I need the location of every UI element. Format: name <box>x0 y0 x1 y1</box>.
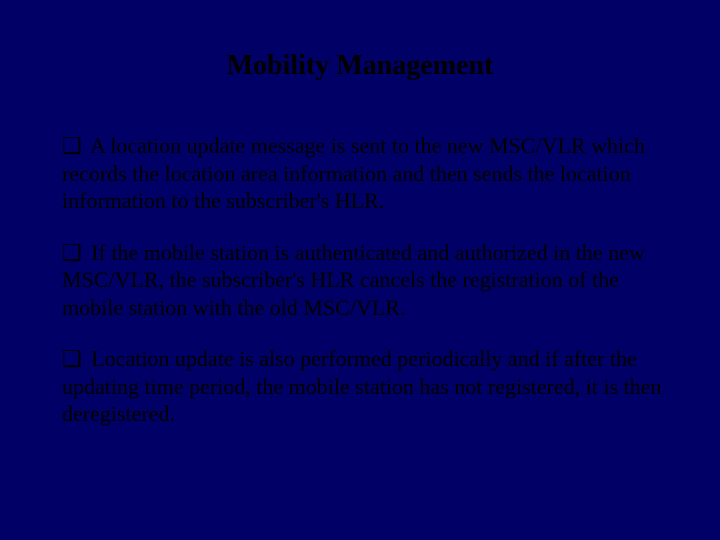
bullet-list: ❑ A location update message is sent to t… <box>50 132 670 428</box>
list-item: ❑ A location update message is sent to t… <box>62 132 670 215</box>
square-bullet-icon: ❑ <box>62 133 82 158</box>
list-item: ❑ If the mobile station is authenticated… <box>62 239 670 322</box>
slide-title: Mobility Management <box>50 50 670 82</box>
bullet-text: A location update message is sent to the… <box>62 133 645 213</box>
bullet-text: If the mobile station is authenticated a… <box>62 240 645 320</box>
slide: Mobility Management ❑ A location update … <box>0 0 720 540</box>
square-bullet-icon: ❑ <box>62 346 82 371</box>
square-bullet-icon: ❑ <box>62 240 82 265</box>
bullet-text: Location update is also performed period… <box>62 346 661 426</box>
list-item: ❑ Location update is also performed peri… <box>62 345 670 428</box>
